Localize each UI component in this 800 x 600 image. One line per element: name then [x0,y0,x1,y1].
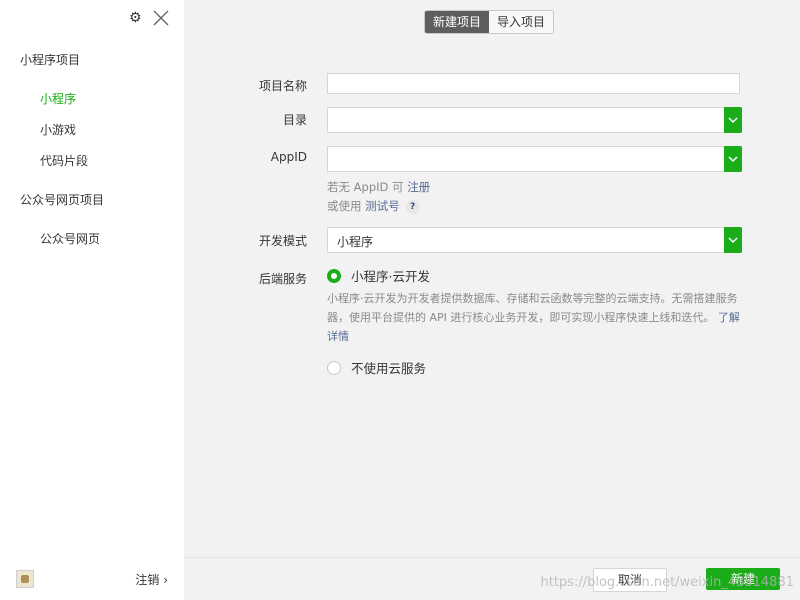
dev-mode-label: 开发模式 [258,234,307,248]
tab-new-project[interactable]: 新建项目 [425,11,490,33]
sidebar-item-mini-game[interactable]: 小游戏 [40,121,76,138]
radio-unchecked-icon[interactable] [327,360,341,375]
sidebar-item-code-snippet[interactable]: 代码片段 [40,152,88,169]
directory-select[interactable] [327,107,742,133]
footer-bar: 取消 新建 [184,557,800,600]
backend-service-label: 后端服务 [258,272,307,286]
tab-import-project[interactable]: 导入项目 [489,11,554,33]
chevron-down-icon[interactable] [724,227,742,253]
sidebar-item-web-page[interactable]: 公众号网页 [40,230,100,247]
radio-no-cloud-label: 不使用云服务 [351,361,427,376]
chevron-down-icon[interactable] [724,146,742,172]
appid-label: AppID [270,150,307,164]
chevron-down-icon[interactable] [724,107,742,133]
logout-button[interactable]: 注销 › [135,571,168,588]
dev-mode-value: 小程序 [337,235,374,249]
directory-label: 目录 [282,113,307,127]
gear-icon[interactable]: ⚙ [129,11,143,25]
appid-select[interactable] [327,146,742,172]
appid-hint-text: 若无 AppID 可 [327,180,408,194]
project-name-label: 项目名称 [258,79,307,93]
test-account-hint: 或使用 测试号? [327,198,420,214]
dev-mode-select[interactable]: 小程序 [327,227,742,253]
cancel-button[interactable]: 取消 [593,568,667,592]
cloud-dev-description-text: 小程序·云开发为开发者提供数据库、存储和云函数等完整的云端支持。无需搭建服务器，… [327,292,738,324]
test-hint-text: 或使用 [327,199,366,213]
help-icon[interactable]: ? [405,199,420,214]
sidebar-top-icons: ⚙ [129,10,169,26]
main-panel: 新建项目 导入项目 项目名称 目录 AppID 若无 AppID 可 注册 或使… [184,0,800,600]
sidebar-item-mini-program[interactable]: 小程序 [40,90,76,107]
project-tabs: 新建项目 导入项目 [424,10,555,34]
sidebar-footer: 注销 › [0,558,184,600]
sidebar-group-mini-program: 小程序项目 [20,53,81,67]
test-account-link[interactable]: 测试号 [365,199,400,213]
radio-cloud-dev-label: 小程序·云开发 [351,269,430,284]
radio-no-cloud[interactable]: 不使用云服务 [327,358,426,377]
cloud-dev-description: 小程序·云开发为开发者提供数据库、存储和云函数等完整的云端支持。无需搭建服务器，… [327,289,747,346]
radio-checked-icon[interactable] [327,268,341,283]
sidebar: ⚙ 小程序项目 小程序 小游戏 代码片段 公众号网页项目 公众号网页 注销 › [0,0,184,600]
close-icon[interactable] [153,10,169,26]
sidebar-group-web: 公众号网页项目 [20,193,105,207]
register-link[interactable]: 注册 [407,180,430,194]
project-name-input[interactable] [327,73,740,94]
create-button[interactable]: 新建 [706,568,780,590]
appid-register-hint: 若无 AppID 可 注册 [327,179,430,195]
avatar[interactable] [16,570,34,588]
radio-cloud-dev[interactable]: 小程序·云开发 [327,266,430,285]
